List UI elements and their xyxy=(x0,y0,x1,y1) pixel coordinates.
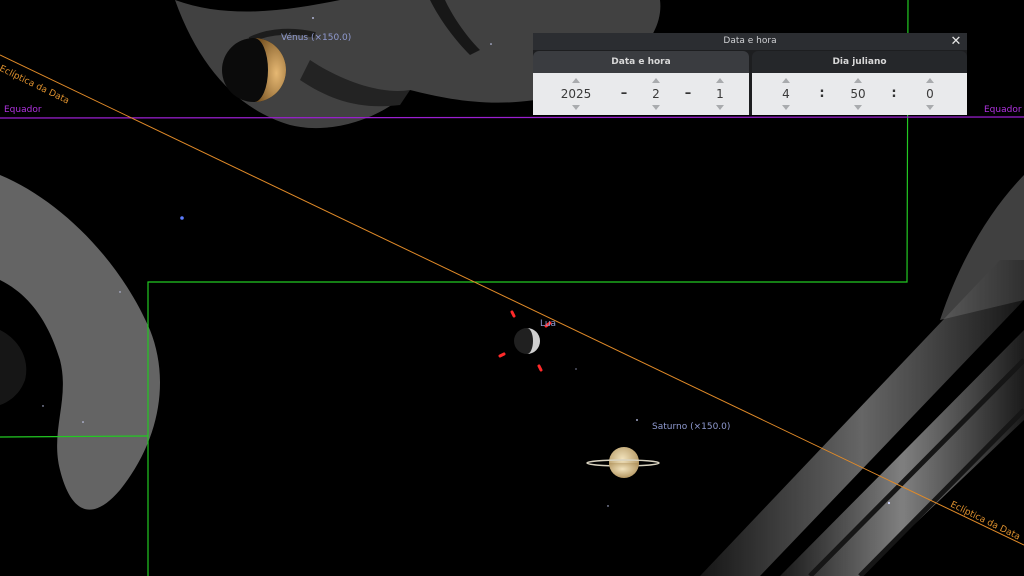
year-decrement-arrow-icon[interactable] xyxy=(572,105,580,110)
month-increment-arrow-icon[interactable] xyxy=(652,78,660,83)
date-separator: – xyxy=(620,86,628,101)
tab-julian-day[interactable]: Dia juliano xyxy=(752,51,967,73)
month-decrement-arrow-icon[interactable] xyxy=(652,105,660,110)
time-separator: : xyxy=(819,86,825,101)
year-spinbox[interactable]: 2025 xyxy=(552,73,600,115)
celestial-equator-line xyxy=(0,116,1024,119)
equator-label-left: Equador xyxy=(4,105,42,115)
hour-spinbox[interactable]: 4 xyxy=(762,73,810,115)
day-decrement-arrow-icon[interactable] xyxy=(716,105,724,110)
minute-value[interactable]: 50 xyxy=(834,87,882,101)
saturn-label: Saturno (×150.0) xyxy=(652,422,731,432)
venus-label: Vénus (×150.0) xyxy=(281,33,352,43)
time-panel: 4 : 50 : 0 xyxy=(752,73,967,115)
moon[interactable] xyxy=(514,328,540,354)
ecliptic-line xyxy=(0,54,1024,546)
hour-increment-arrow-icon[interactable] xyxy=(782,78,790,83)
second-spinbox[interactable]: 0 xyxy=(906,73,954,115)
date-panel: 2025 – 2 – 1 xyxy=(533,73,749,115)
tab-date-time[interactable]: Data e hora xyxy=(533,51,749,73)
year-increment-arrow-icon[interactable] xyxy=(572,78,580,83)
year-value[interactable]: 2025 xyxy=(552,87,600,101)
date-separator: – xyxy=(684,86,692,101)
second-value[interactable]: 0 xyxy=(906,87,954,101)
minute-decrement-arrow-icon[interactable] xyxy=(854,105,862,110)
day-value[interactable]: 1 xyxy=(696,87,744,101)
month-value[interactable]: 2 xyxy=(632,87,680,101)
day-increment-arrow-icon[interactable] xyxy=(716,78,724,83)
date-time-dialog: Data e hora ✕ Data e hora Dia juliano 20… xyxy=(533,33,967,115)
month-spinbox[interactable]: 2 xyxy=(632,73,680,115)
saturn-planet[interactable] xyxy=(586,447,660,478)
moon-label: Lua xyxy=(540,319,557,329)
day-spinbox[interactable]: 1 xyxy=(696,73,744,115)
minute-increment-arrow-icon[interactable] xyxy=(854,78,862,83)
second-increment-arrow-icon[interactable] xyxy=(926,78,934,83)
second-decrement-arrow-icon[interactable] xyxy=(926,105,934,110)
close-icon[interactable]: ✕ xyxy=(949,34,963,49)
dialog-title[interactable]: Data e hora xyxy=(533,33,967,50)
hour-value[interactable]: 4 xyxy=(762,87,810,101)
venus-planet[interactable] xyxy=(222,38,286,102)
hour-decrement-arrow-icon[interactable] xyxy=(782,105,790,110)
equator-label-right: Equador xyxy=(984,105,1022,115)
time-separator: : xyxy=(891,86,897,101)
constellation-art-left xyxy=(0,175,160,510)
minute-spinbox[interactable]: 50 xyxy=(834,73,882,115)
